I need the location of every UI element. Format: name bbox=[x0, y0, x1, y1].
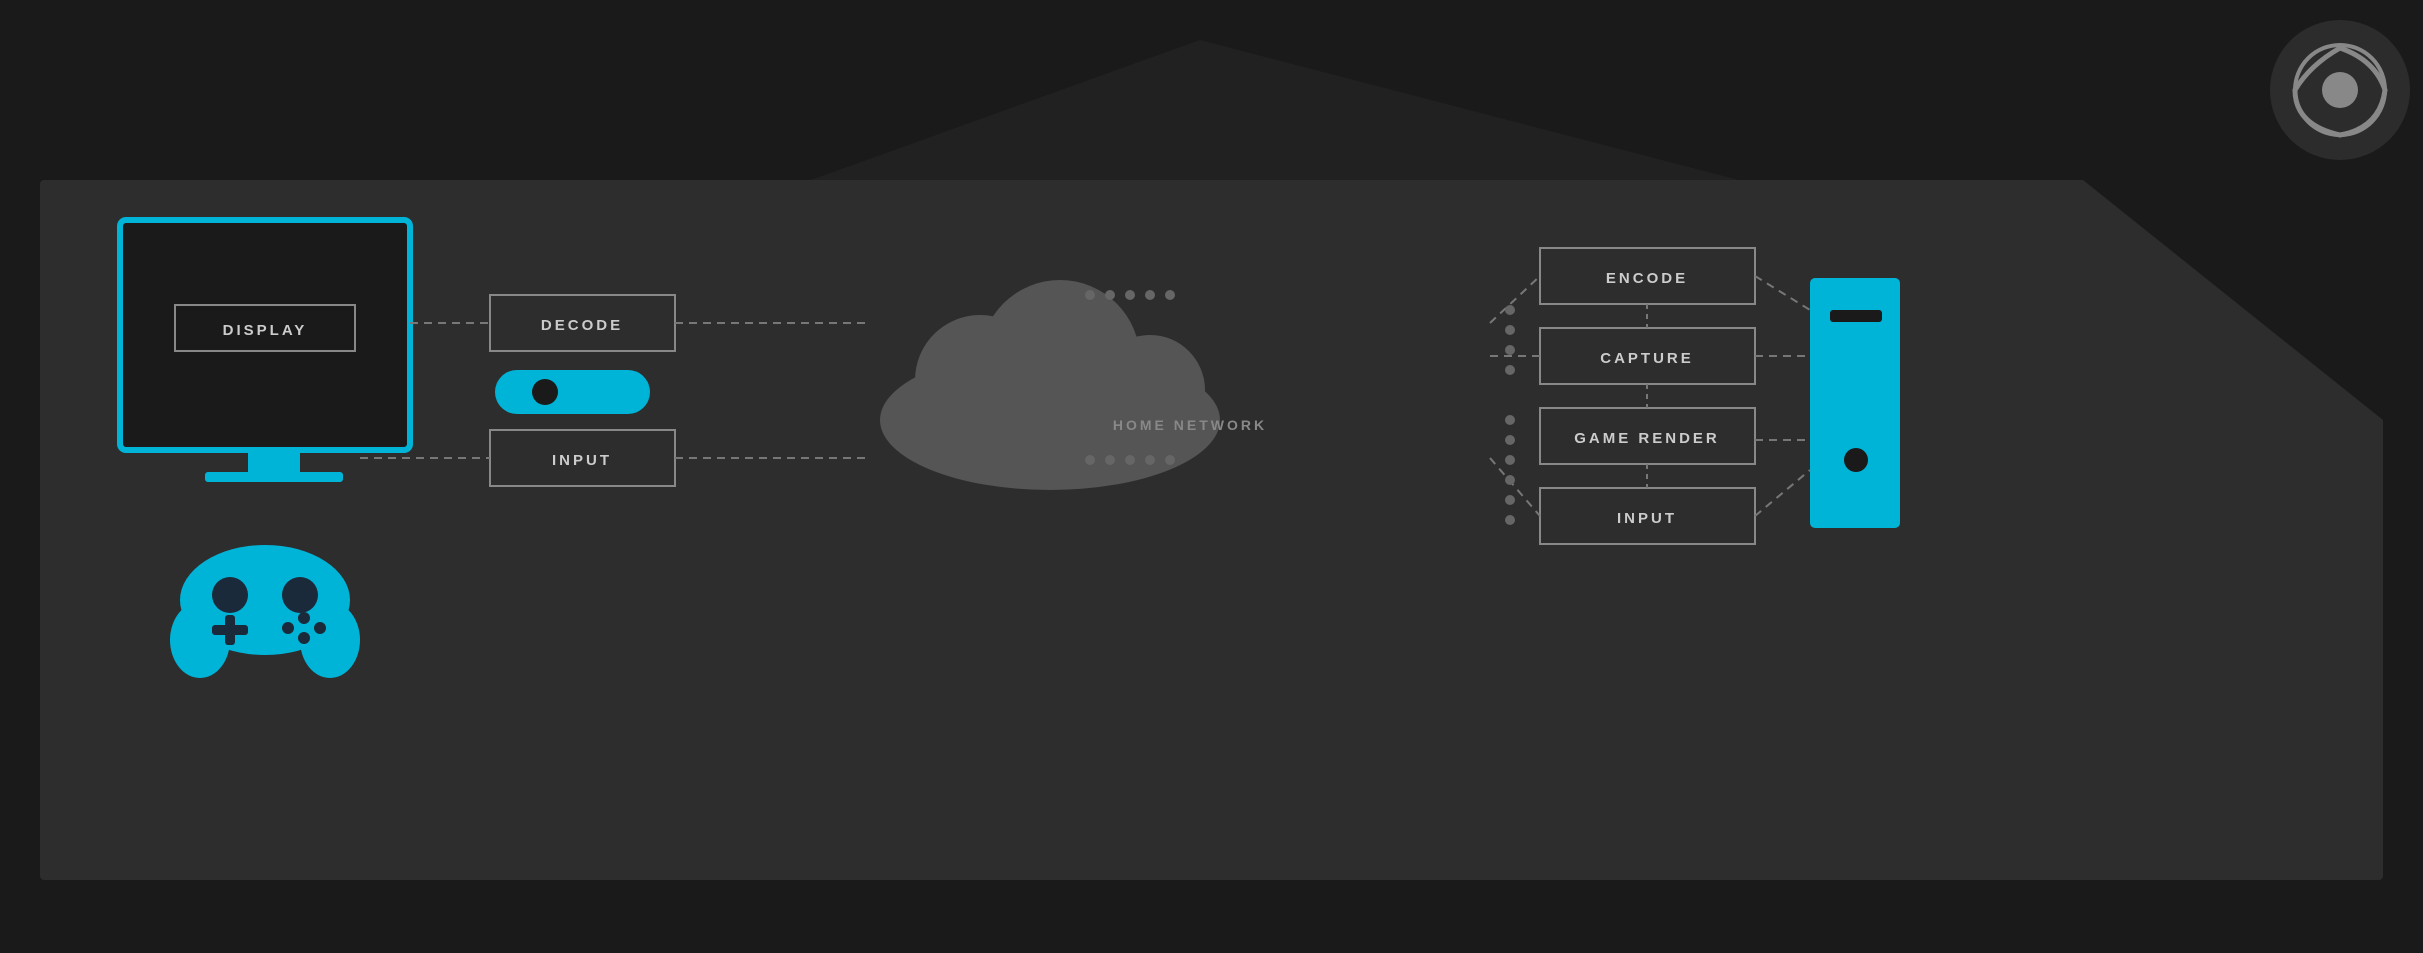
cloud-label: HOME NETWORK bbox=[1113, 417, 1267, 433]
decode-label: DECODE bbox=[541, 317, 623, 334]
input-label-left: INPUT bbox=[552, 452, 612, 469]
capture-label: CAPTURE bbox=[1600, 350, 1694, 367]
input-label-right: INPUT bbox=[1617, 510, 1677, 527]
display-label: DISPLAY bbox=[223, 322, 308, 339]
game-render-label: GAME RENDER bbox=[1574, 430, 1720, 447]
steam-controller-icon bbox=[495, 370, 650, 414]
tv-stand-base bbox=[205, 472, 343, 482]
encode-label: ENCODE bbox=[1606, 270, 1688, 287]
tv-stand-neck bbox=[248, 450, 300, 474]
